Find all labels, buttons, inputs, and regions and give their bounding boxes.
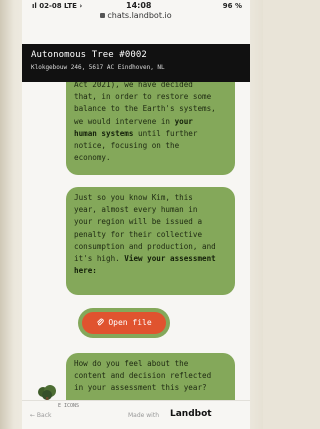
- message-text: it's high.: [74, 254, 125, 264]
- open-file-label: Open file: [108, 318, 152, 327]
- message-line: Just so you know Kim, this: [74, 193, 193, 202]
- message-line: we would intervene in your: [74, 116, 227, 128]
- message-line: Act 2021), we have decided: [74, 82, 193, 89]
- open-file-button[interactable]: Open file: [82, 312, 166, 334]
- message-text: until further: [133, 128, 198, 138]
- paperclip-icon: [96, 312, 104, 334]
- message-line: human systems until further: [74, 128, 227, 140]
- status-bar: ıl 02-08 LTE › 14:08 96 % chats.landbot.…: [22, 0, 250, 20]
- message-emphasis: your: [174, 116, 193, 126]
- phone-screen: ıl 02-08 LTE › 14:08 96 % chats.landbot.…: [22, 0, 250, 429]
- address-bar[interactable]: chats.landbot.io: [22, 11, 250, 20]
- message-line: consumption and production, and: [74, 241, 216, 251]
- message-line: How do you feel about the: [74, 359, 189, 368]
- message-text: we would intervene in: [74, 116, 175, 126]
- message-line: content and decision reflected: [74, 371, 212, 381]
- chat-area[interactable]: Act 2021), we have decided that, in orde…: [22, 82, 250, 400]
- battery-indicator: 96 %: [222, 2, 242, 10]
- message-emphasis: human systems: [74, 128, 134, 138]
- tree-avatar-icon: [36, 384, 58, 400]
- bot-message: How do you feel about the content and de…: [66, 353, 235, 400]
- message-line: that, in order to restore some: [74, 92, 212, 102]
- screenshot-frame: ıl 02-08 LTE › 14:08 96 % chats.landbot.…: [0, 0, 263, 429]
- url-text: chats.landbot.io: [107, 11, 172, 20]
- landbot-logo[interactable]: Landbot: [170, 409, 212, 419]
- chat-title: Autonomous Tree #0002: [31, 50, 147, 60]
- message-line: notice, focusing on the: [74, 141, 180, 151]
- message-line: balance to the Earth's systems,: [74, 104, 216, 114]
- signal-indicator: ıl 02-08 LTE ›: [32, 2, 83, 10]
- lock-icon: [100, 13, 106, 18]
- message-line: year, almost every human in: [74, 205, 198, 215]
- made-with-text: Made with: [128, 412, 159, 419]
- message-emphasis: here:: [74, 266, 97, 276]
- clock: 14:08: [126, 1, 152, 10]
- chat-header: Autonomous Tree #0002 Klokgebouw 246, 56…: [22, 44, 250, 82]
- footer-bar: ← Back E ICONS Made with Landbot: [22, 400, 250, 429]
- message-line: it's high. View your assessment: [74, 253, 227, 265]
- bot-message: Just so you know Kim, this year, almost …: [66, 187, 235, 295]
- message-line: your region will be issued a: [74, 217, 203, 227]
- message-line: in your assessment this year?: [74, 383, 207, 393]
- back-button[interactable]: ← Back: [30, 412, 52, 419]
- message-line: here:: [74, 265, 227, 277]
- icons-label: E ICONS: [58, 403, 80, 409]
- message-line: penalty for their collective: [74, 229, 203, 239]
- bot-message: Act 2021), we have decided that, in orde…: [66, 82, 235, 175]
- chat-subtitle: Klokgebouw 246, 5617 AC Eindhoven, NL: [31, 64, 165, 71]
- message-line: economy.: [74, 153, 111, 163]
- message-emphasis: View your assessment: [124, 254, 216, 264]
